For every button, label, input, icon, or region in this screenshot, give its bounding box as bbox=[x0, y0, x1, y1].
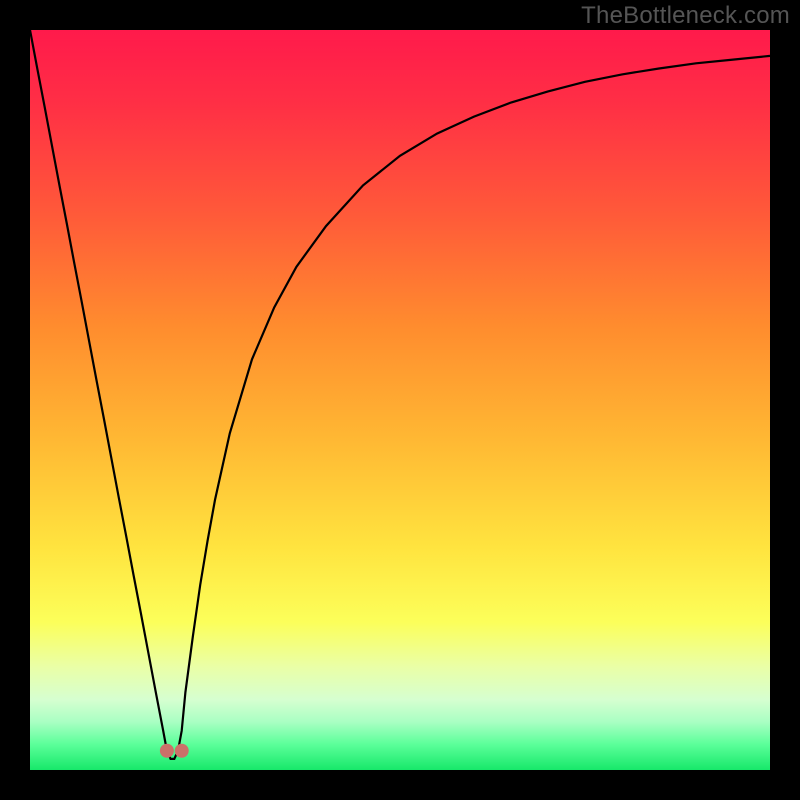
chart-frame: TheBottleneck.com bbox=[0, 0, 800, 800]
curve-markers bbox=[160, 744, 189, 758]
bottleneck-curve bbox=[30, 30, 770, 759]
watermark-text: TheBottleneck.com bbox=[581, 2, 790, 30]
curve-marker bbox=[175, 744, 189, 758]
curve-marker bbox=[160, 744, 174, 758]
curve-layer bbox=[30, 30, 770, 770]
plot-area bbox=[30, 30, 770, 770]
